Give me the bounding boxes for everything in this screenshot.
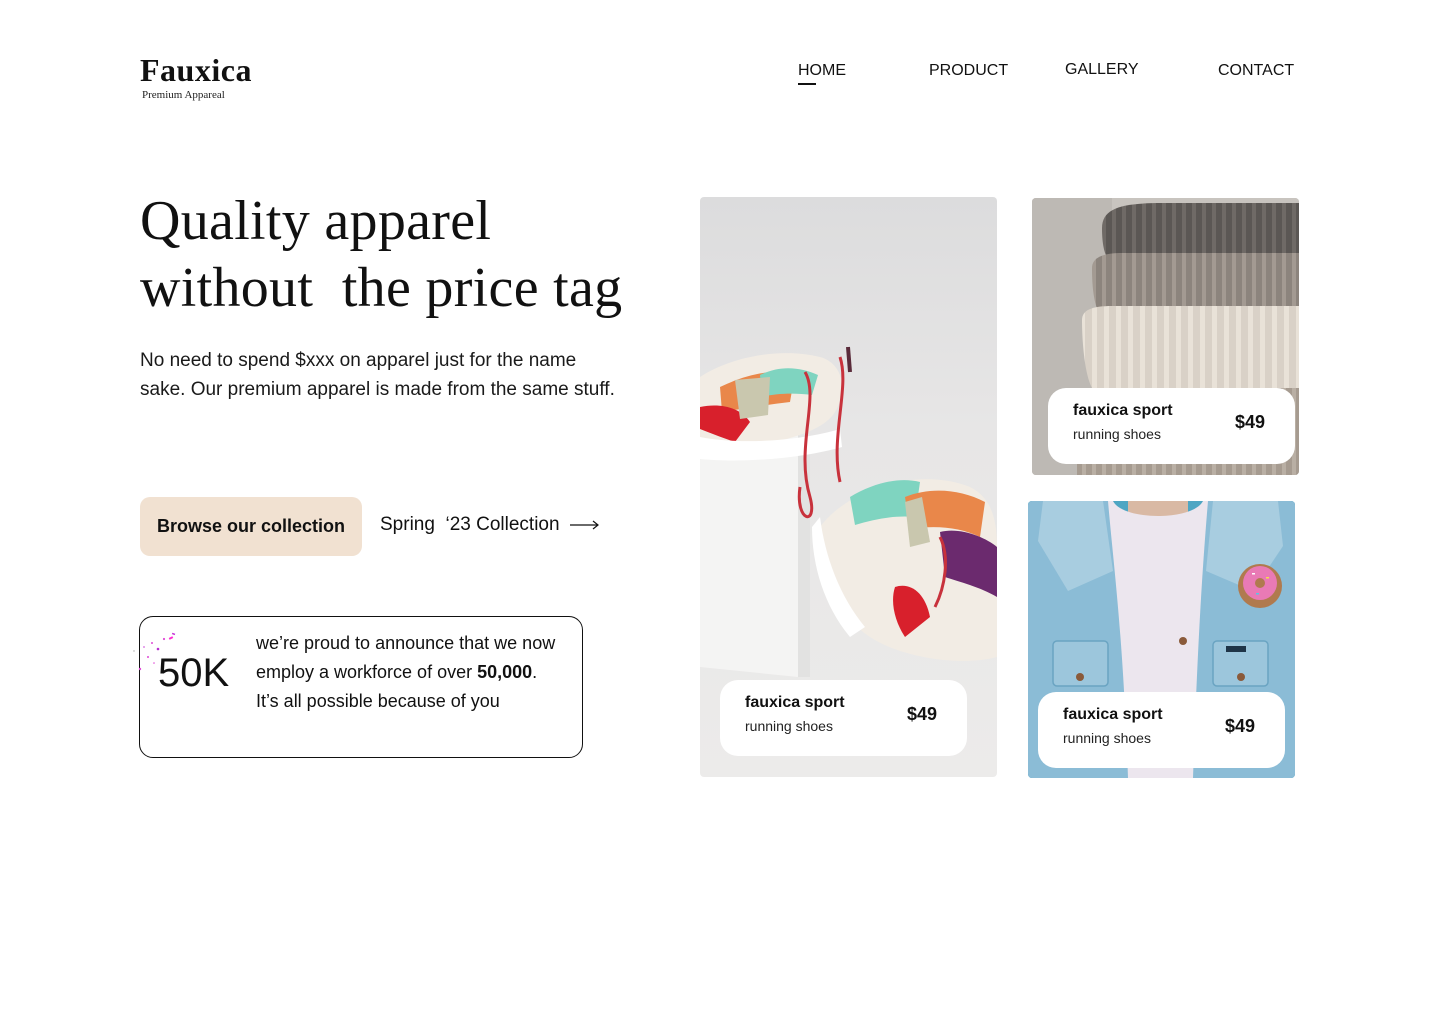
product-tile-sweaters[interactable]: fauxica sport running shoes $49: [1032, 198, 1299, 475]
brand-logo[interactable]: Fauxica Premium Appareal: [140, 54, 252, 101]
spring-collection-label: Spring ‘23 Collection: [380, 514, 560, 535]
product-card[interactable]: fauxica sport running shoes $49: [1038, 692, 1285, 768]
hero-title-line-2: without the price tag: [140, 257, 623, 319]
hero-title: Quality apparel without the price tag: [140, 188, 660, 322]
product-card[interactable]: fauxica sport running shoes $49: [1048, 388, 1295, 464]
stat-description: we’re proud to announce that we now empl…: [256, 629, 556, 716]
hero-title-line-1: Quality apparel: [140, 190, 492, 252]
brand-name: Fauxica: [140, 52, 252, 88]
product-price: $49: [1234, 412, 1265, 432]
product-price: $49: [1224, 716, 1255, 736]
nav-item-product[interactable]: PRODUCT: [929, 62, 1008, 80]
workforce-stat-card: 50K we’re proud to announce that we now …: [133, 616, 583, 758]
product-price: $49: [906, 704, 937, 724]
product-tile-shoes[interactable]: fauxica sport running shoes $49: [700, 197, 997, 777]
browse-collection-button[interactable]: Browse our collection: [140, 497, 362, 556]
nav-item-contact[interactable]: CONTACT: [1218, 62, 1294, 80]
brand-tagline: Premium Appareal: [142, 89, 225, 101]
nav-item-gallery[interactable]: GALLERY: [1065, 61, 1139, 79]
product-card[interactable]: fauxica sport running shoes $49: [720, 680, 967, 756]
long-arrow-right-icon: [569, 520, 599, 530]
hero-subtitle: No need to spend $xxx on apparel just fo…: [140, 350, 615, 400]
spring-collection-link[interactable]: Spring ‘23 Collection: [380, 514, 600, 536]
nav-item-home[interactable]: HOME: [798, 62, 846, 85]
stat-highlight: 50,000: [477, 662, 533, 682]
product-tile-jacket[interactable]: fauxica sport running shoes $49: [1028, 501, 1295, 778]
stat-number: 50K: [158, 651, 230, 695]
